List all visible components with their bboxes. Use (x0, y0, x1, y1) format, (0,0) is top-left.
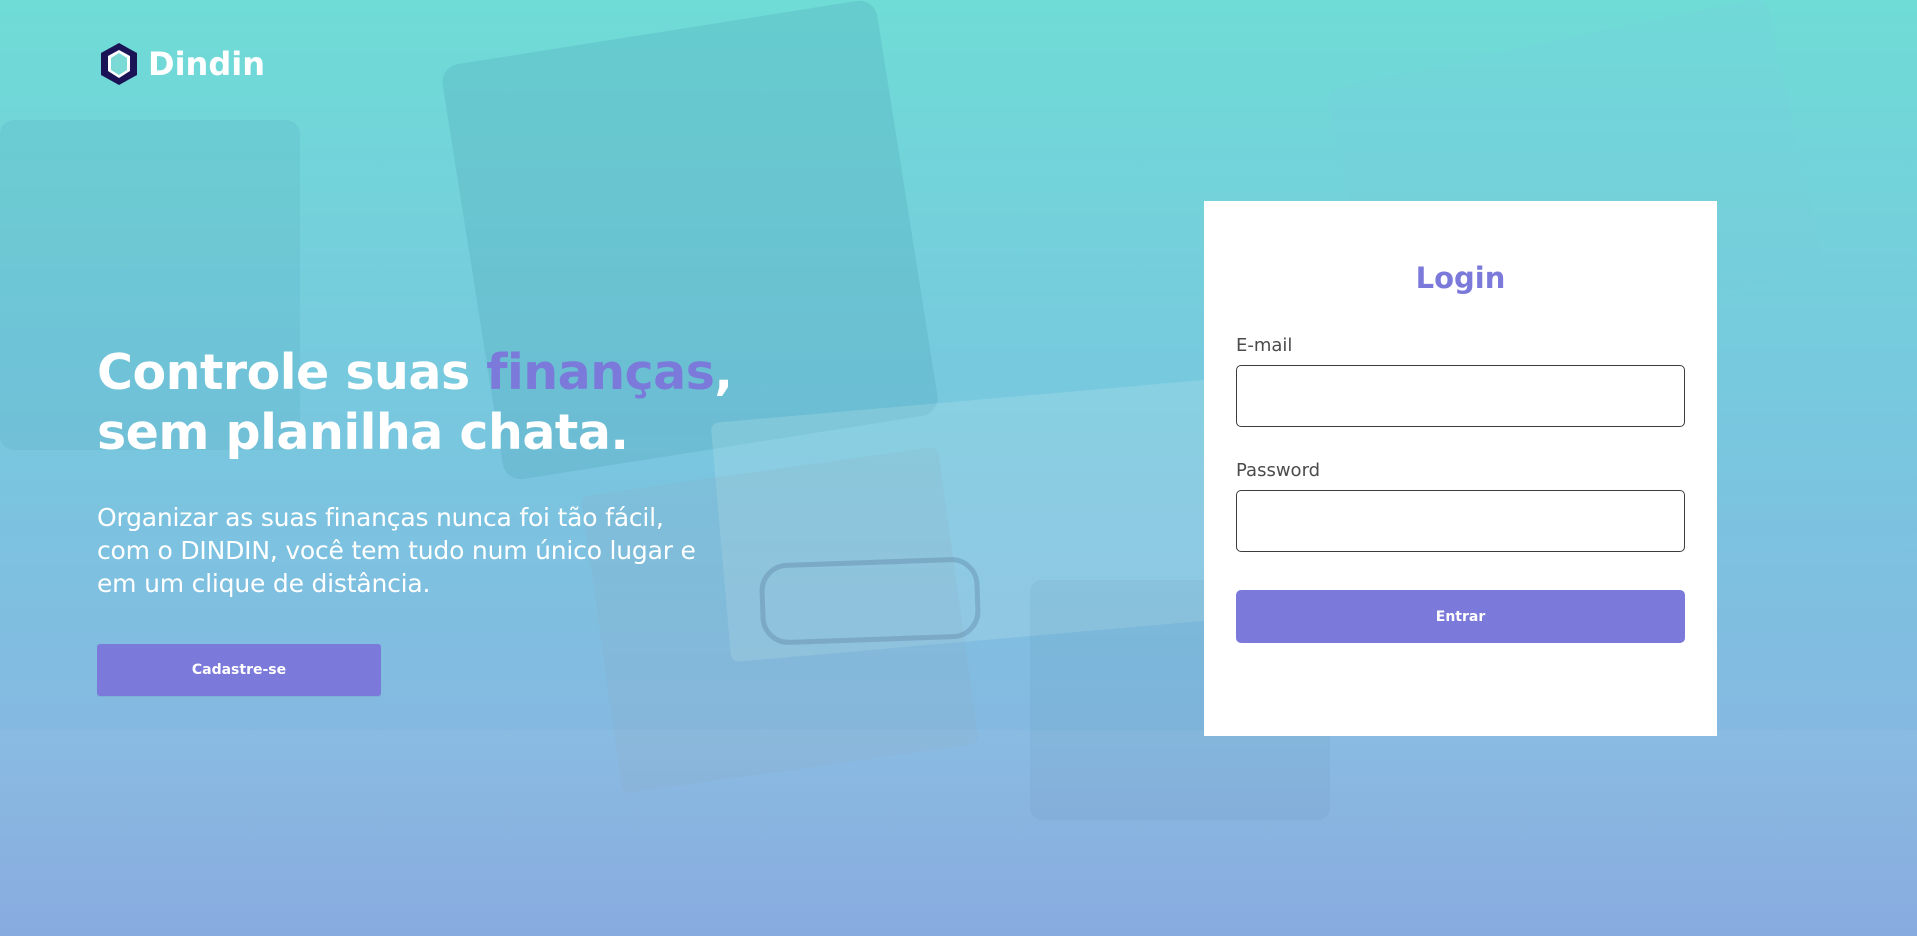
signup-button[interactable]: Cadastre-se (97, 644, 381, 696)
brand-name: Dindin (148, 45, 265, 83)
hero-title-line2: sem planilha chata. (97, 404, 629, 461)
background-floor-gradient (0, 730, 1917, 936)
hero-title-part2: , (714, 344, 733, 401)
hero-title: Controle suas finanças, sem planilha cha… (97, 343, 737, 463)
brand-logo[interactable]: Dindin (98, 41, 265, 87)
hero-title-accent: finanças (486, 344, 715, 401)
email-label: E-mail (1236, 335, 1293, 356)
background-paper-shape (710, 377, 1250, 663)
hero-section: Controle suas finanças, sem planilha cha… (97, 343, 737, 696)
login-title: Login (1415, 261, 1506, 295)
login-button[interactable]: Entrar (1236, 590, 1685, 643)
password-field[interactable] (1236, 490, 1685, 552)
password-label: Password (1236, 460, 1321, 481)
login-card: Login E-mail Password Entrar (1204, 201, 1717, 736)
landing-page: Dindin Controle suas finanças, sem plani… (0, 0, 1917, 936)
email-field-group: E-mail (1236, 335, 1685, 427)
background-glasses-shape (758, 556, 982, 646)
hero-title-part1: Controle suas (97, 344, 487, 401)
email-field[interactable] (1236, 365, 1685, 427)
hexagon-icon (101, 43, 137, 85)
hero-description: Organizar as suas finanças nunca foi tão… (97, 503, 696, 598)
password-field-group: Password (1236, 460, 1685, 552)
